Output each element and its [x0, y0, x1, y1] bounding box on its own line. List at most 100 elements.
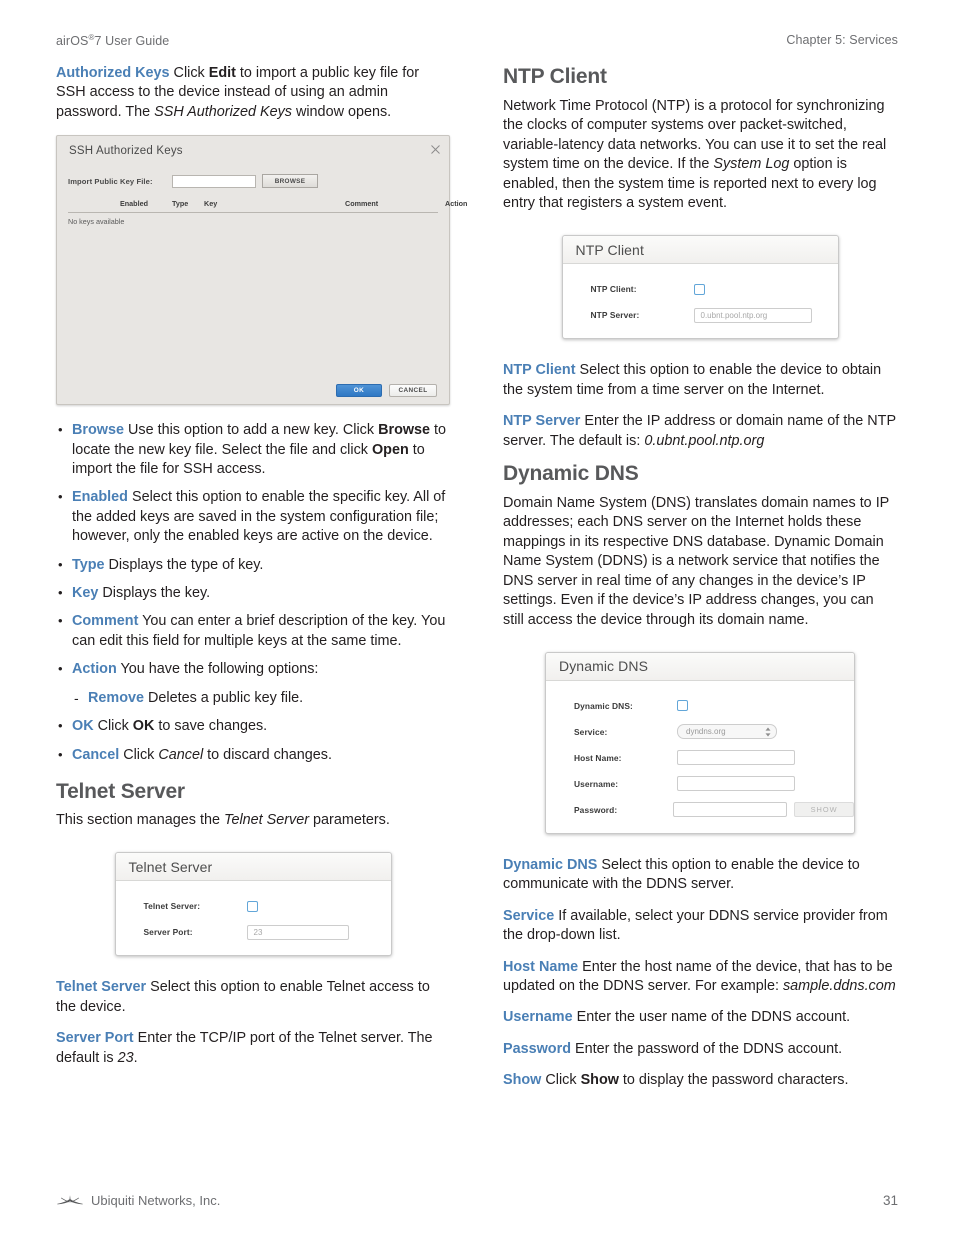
bullet-item: Type Displays the type of key. [56, 555, 450, 575]
ntp-client-checkbox[interactable] [693, 283, 705, 295]
ntp-server-input[interactable]: 0.ubnt.pool.ntp.org [693, 307, 812, 323]
updown-arrows-icon [765, 727, 771, 737]
definition-paragraph: Service If available, select your DDNS s… [503, 907, 897, 946]
ntp-client-heading: NTP Client [503, 65, 607, 88]
service-select-value: dyndns.org [686, 727, 726, 737]
service-row: Service: dyndns.org [546, 719, 854, 745]
definition-paragraph: Password Enter the password of the DDNS … [503, 1040, 897, 1059]
host-name-row: Host Name: [546, 745, 854, 771]
definition-paragraph: NTP Client Select this option to enable … [503, 361, 897, 400]
dialog-title: SSH Authorized Keys [69, 145, 183, 158]
bullet-item: Enabled Select this option to enable the… [56, 487, 450, 546]
definition-text: Click [541, 1072, 581, 1089]
definition-text: Use this option to add a new key. Click [123, 422, 379, 439]
telnet-panel-title: Telnet Server [115, 853, 391, 882]
service-label: Service: [574, 726, 608, 737]
telnet-server-checkbox[interactable] [246, 900, 258, 912]
page-number: 31 [882, 1193, 898, 1208]
browse-button[interactable]: BROWSE [262, 174, 318, 189]
definition-paragraph: Host Name Enter the host name of the dev… [503, 958, 897, 997]
definition-text: . [133, 1049, 138, 1066]
ntp-server-row: NTP Server: 0.ubnt.pool.ntp.org [563, 302, 838, 328]
ddns-panel-body: Dynamic DNS: Service: dyndns.org Host Na… [546, 681, 854, 833]
telnet-server-panel: Telnet Server Telnet Server: Server Port… [114, 852, 392, 957]
dynamic-dns-heading: Dynamic DNS [503, 462, 639, 486]
ntp-client-panel: NTP Client NTP Client: NTP Server: 0.ubn… [561, 235, 839, 340]
definition-paragraph: Dynamic DNS Select this option to enable… [503, 856, 897, 895]
definition-lead: Cancel [72, 746, 120, 763]
bullet-item: Cancel Click Cancel to discard changes. [56, 744, 450, 765]
definition-text: Enter the user name of the DDNS account. [572, 1009, 851, 1026]
definition-text: Deletes a public key file. [144, 689, 304, 706]
password-row: Password: SHOW [546, 797, 854, 823]
ntp-server-label: NTP Server: [590, 310, 640, 321]
server-port-row: Server Port: 23 [116, 919, 391, 945]
import-public-key-row: Import Public Key File: BROWSE [68, 174, 438, 189]
show-password-button[interactable]: SHOW [794, 802, 854, 818]
right-column: NTP Client Network Time Protocol (NTP) i… [503, 64, 897, 1091]
close-icon[interactable] [427, 141, 443, 157]
server-port-input[interactable]: 23 [246, 924, 349, 940]
header-right-chapter: Chapter 5: Services [786, 33, 898, 47]
ntp-panel-body: NTP Client: NTP Server: 0.ubnt.pool.ntp.… [563, 264, 838, 338]
definition-lead: Telnet Server [56, 979, 147, 996]
password-input[interactable] [673, 802, 788, 818]
ntp-descriptions: NTP Client Select this option to enable … [503, 361, 897, 451]
definition-paragraph: NTP Server Enter the IP address or domai… [503, 412, 897, 451]
definition-paragraph: Telnet Server Select this option to enab… [56, 978, 450, 1017]
definition-lead: Password [503, 1040, 571, 1057]
definition-text: Browse [378, 422, 431, 439]
ssh-authorized-keys-dialog: SSH Authorized Keys Import Public Key Fi… [56, 135, 467, 406]
definition-paragraph: Show Click Show to display the password … [503, 1071, 897, 1090]
definition-lead: Key [72, 585, 99, 602]
ok-button[interactable]: OK [336, 383, 382, 397]
definition-paragraph: Username Enter the user name of the DDNS… [503, 1008, 897, 1027]
definition-text: OK [132, 718, 155, 735]
cancel-button[interactable]: CANCEL [389, 383, 437, 397]
definition-lead: Type [72, 556, 105, 573]
username-label: Username: [574, 778, 619, 789]
ddns-panel-title: Dynamic DNS [546, 652, 854, 681]
bullet-item: Browse Use this option to add a new key.… [56, 420, 450, 479]
page: airOS®7 User Guide Chapter 5: Services A… [0, 0, 954, 1235]
left-column: Authorized Keys Click Edit to import a p… [56, 64, 467, 1068]
password-label: Password: [574, 804, 618, 815]
import-public-key-input[interactable] [172, 174, 256, 188]
ddns-intro-paragraph: Domain Name System (DNS) translates doma… [503, 495, 890, 628]
definition-paragraph: Server Port Enter the TCP/IP port of the… [56, 1029, 450, 1068]
definition-lead: Show [503, 1072, 542, 1089]
definition-text: Show [580, 1072, 619, 1089]
bullet-item: Action You have the following options: [56, 659, 450, 679]
ntp-panel-title: NTP Client [562, 236, 838, 265]
telnet-server-heading: Telnet Server [56, 779, 185, 803]
bullet-item: Comment You can enter a brief descriptio… [56, 611, 450, 651]
definition-text: sample.ddns.com [782, 977, 896, 994]
definition-lead: Host Name [503, 958, 579, 975]
service-select[interactable]: dyndns.org [677, 724, 777, 740]
page-footer: Ubiquiti Networks, Inc. 31 [56, 1193, 898, 1208]
definition-lead: Remove [88, 689, 144, 706]
definition-text: 0.ubnt.pool.ntp.org [644, 432, 765, 449]
definition-text: Displays the key. [98, 585, 211, 602]
definition-text: Cancel [158, 746, 204, 763]
ntp-client-label: NTP Client: [590, 284, 637, 295]
definition-lead: NTP Server [503, 413, 581, 430]
telnet-descriptions: Telnet Server Select this option to enab… [56, 978, 450, 1068]
definition-text: Enter the password of the DDNS account. [570, 1040, 843, 1057]
host-name-input[interactable] [677, 750, 795, 766]
ntp-intro-paragraph: Network Time Protocol (NTP) is a protoco… [503, 98, 887, 212]
definition-text: Click [119, 746, 159, 763]
dynamic-dns-checkbox[interactable] [677, 700, 688, 712]
header-left: airOS®7 User Guide [56, 33, 170, 49]
bullet-item: OK Click OK to save changes. [56, 716, 450, 736]
definition-lead: Browse [72, 422, 124, 439]
definition-lead: Dynamic DNS [503, 856, 598, 873]
telnet-panel-body: Telnet Server: Server Port: 23 [116, 881, 391, 955]
username-input[interactable] [677, 776, 795, 792]
company-name: Ubiquiti Networks, Inc. [91, 1193, 221, 1208]
definition-text: to display the password characters. [618, 1072, 849, 1089]
dynamic-dns-row: Dynamic DNS: [546, 693, 854, 719]
telnet-server-row: Telnet Server: [116, 893, 391, 919]
ddns-descriptions: Dynamic DNS Select this option to enable… [503, 856, 897, 1091]
definition-text: to save changes. [154, 718, 268, 735]
